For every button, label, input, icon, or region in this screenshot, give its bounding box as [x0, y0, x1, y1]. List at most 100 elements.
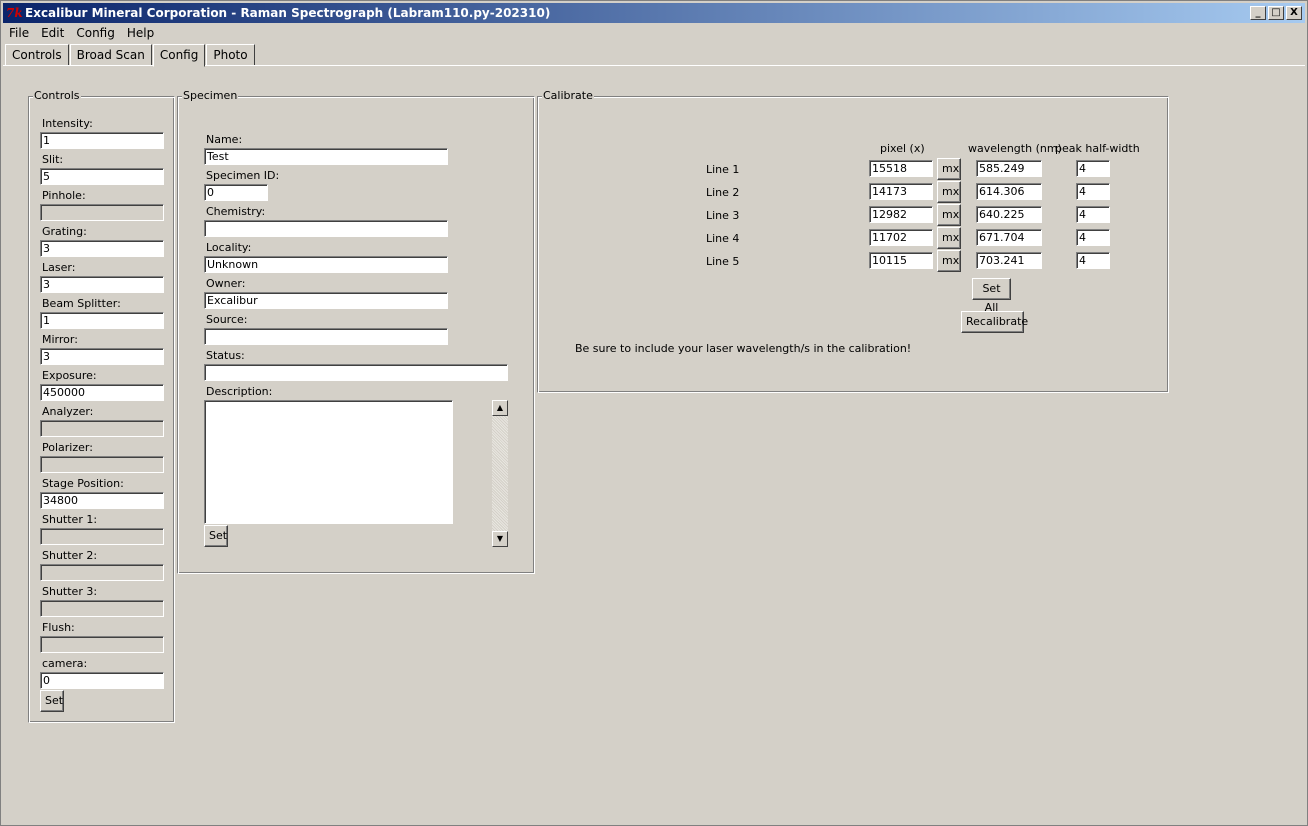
controls-field-input[interactable] — [40, 420, 164, 437]
controls-field-label: Beam Splitter: — [42, 297, 121, 310]
controls-field-input[interactable]: 3 — [40, 240, 164, 257]
specimen-group-title: Specimen — [182, 89, 239, 102]
locality-field[interactable]: Unknown — [204, 256, 448, 273]
controls-field-label: Shutter 2: — [42, 549, 98, 562]
controls-field-label: Laser: — [42, 261, 76, 274]
calibration-line-label: Line 3 — [706, 209, 740, 222]
tk-feather-icon: 7k — [6, 6, 23, 20]
specimen-id-field[interactable]: 0 — [204, 184, 268, 201]
pixel-field[interactable]: 12982 — [869, 206, 933, 223]
owner-label: Owner: — [206, 277, 246, 290]
controls-field-input[interactable] — [40, 456, 164, 473]
controls-field-label: Polarizer: — [42, 441, 93, 454]
menu-help[interactable]: Help — [121, 24, 160, 42]
window-title: Excalibur Mineral Corporation - Raman Sp… — [25, 6, 551, 20]
status-label: Status: — [206, 349, 245, 362]
halfwidth-field[interactable]: 4 — [1076, 160, 1110, 177]
halfwidth-field[interactable]: 4 — [1076, 183, 1110, 200]
mx-button[interactable]: mx — [937, 181, 961, 203]
description-label: Description: — [206, 385, 273, 398]
controls-field-input[interactable]: 3 — [40, 276, 164, 293]
set-all-button[interactable]: Set All — [972, 278, 1011, 314]
source-label: Source: — [206, 313, 248, 326]
halfwidth-column-header: peak half-width — [1055, 142, 1140, 155]
wavelength-field[interactable]: 703.241 — [976, 252, 1042, 269]
mx-button[interactable]: mx — [937, 227, 961, 249]
pixel-field[interactable]: 15518 — [869, 160, 933, 177]
app-window: 7k Excalibur Mineral Corporation - Raman… — [0, 0, 1308, 826]
controls-field-label: camera: — [42, 657, 88, 670]
controls-field-input[interactable]: 1 — [40, 312, 164, 329]
controls-field-label: Intensity: — [42, 117, 93, 130]
calibration-note: Be sure to include your laser wavelength… — [575, 342, 912, 355]
wavelength-field[interactable]: 614.306 — [976, 183, 1042, 200]
status-field[interactable] — [204, 364, 508, 381]
source-field[interactable] — [204, 328, 448, 345]
halfwidth-field[interactable]: 4 — [1076, 206, 1110, 223]
calibration-line-label: Line 1 — [706, 163, 740, 176]
controls-field-input[interactable]: 1 — [40, 132, 164, 149]
tab-config[interactable]: Config — [152, 44, 206, 67]
wavelength-field[interactable]: 585.249 — [976, 160, 1042, 177]
controls-field-label: Grating: — [42, 225, 87, 238]
controls-field-input[interactable] — [40, 204, 164, 221]
chemistry-label: Chemistry: — [206, 205, 266, 218]
controls-field-input[interactable]: 5 — [40, 168, 164, 185]
title-bar[interactable]: 7k Excalibur Mineral Corporation - Raman… — [3, 3, 1305, 23]
chemistry-field[interactable] — [204, 220, 448, 237]
controls-field-input[interactable]: 0 — [40, 672, 164, 689]
pixel-field[interactable]: 10115 — [869, 252, 933, 269]
mx-button[interactable]: mx — [937, 250, 961, 272]
halfwidth-field[interactable]: 4 — [1076, 252, 1110, 269]
controls-field-label: Flush: — [42, 621, 75, 634]
controls-field-label: Stage Position: — [42, 477, 124, 490]
wavelength-column-header: wavelength (nm) — [968, 142, 1062, 155]
controls-field-label: Mirror: — [42, 333, 78, 346]
halfwidth-field[interactable]: 4 — [1076, 229, 1110, 246]
controls-field-input[interactable]: 34800 — [40, 492, 164, 509]
pixel-column-header: pixel (x) — [880, 142, 925, 155]
calibrate-group-title: Calibrate — [542, 89, 594, 102]
controls-field-input[interactable]: 3 — [40, 348, 164, 365]
controls-field-label: Shutter 1: — [42, 513, 98, 526]
tab-broad-scan[interactable]: Broad Scan — [69, 44, 152, 66]
controls-field-input[interactable] — [40, 600, 164, 617]
controls-field-input[interactable] — [40, 636, 164, 653]
controls-field-input[interactable] — [40, 564, 164, 581]
calibration-line-label: Line 4 — [706, 232, 740, 245]
menu-bar: File Edit Config Help — [3, 24, 160, 42]
tab-controls[interactable]: Controls — [5, 44, 69, 66]
tab-photo[interactable]: Photo — [206, 44, 255, 66]
recalibrate-button[interactable]: Recalibrate — [961, 311, 1028, 333]
maximize-button[interactable]: □ — [1268, 6, 1284, 20]
menu-file[interactable]: File — [3, 24, 35, 42]
pixel-field[interactable]: 11702 — [869, 229, 933, 246]
controls-set-button[interactable]: Set — [40, 690, 64, 712]
wavelength-field[interactable]: 640.225 — [976, 206, 1042, 223]
specimen-name-label: Name: — [206, 133, 243, 146]
scroll-down-arrow-icon[interactable]: ▼ — [492, 531, 508, 547]
locality-label: Locality: — [206, 241, 252, 254]
mx-button[interactable]: mx — [937, 204, 961, 226]
pixel-field[interactable]: 14173 — [869, 183, 933, 200]
owner-field[interactable]: Excalibur — [204, 292, 448, 309]
minimize-button[interactable]: _ — [1250, 6, 1266, 20]
specimen-set-button[interactable]: Set — [204, 525, 228, 547]
controls-field-label: Shutter 3: — [42, 585, 98, 598]
description-textarea[interactable] — [204, 400, 453, 524]
menu-edit[interactable]: Edit — [35, 24, 70, 42]
controls-field-input[interactable] — [40, 528, 164, 545]
scroll-up-arrow-icon[interactable]: ▲ — [492, 400, 508, 416]
controls-field-input[interactable]: 450000 — [40, 384, 164, 401]
close-button[interactable]: X — [1286, 6, 1302, 20]
controls-field-label: Slit: — [42, 153, 64, 166]
calibration-line-label: Line 5 — [706, 255, 740, 268]
controls-field-label: Analyzer: — [42, 405, 94, 418]
specimen-id-label: Specimen ID: — [206, 169, 280, 182]
mx-button[interactable]: mx — [937, 158, 961, 180]
specimen-name-field[interactable]: Test — [204, 148, 448, 165]
wavelength-field[interactable]: 671.704 — [976, 229, 1042, 246]
calibration-line-label: Line 2 — [706, 186, 740, 199]
description-scrollbar[interactable]: ▲ ▼ — [492, 400, 508, 547]
menu-config[interactable]: Config — [70, 24, 121, 42]
